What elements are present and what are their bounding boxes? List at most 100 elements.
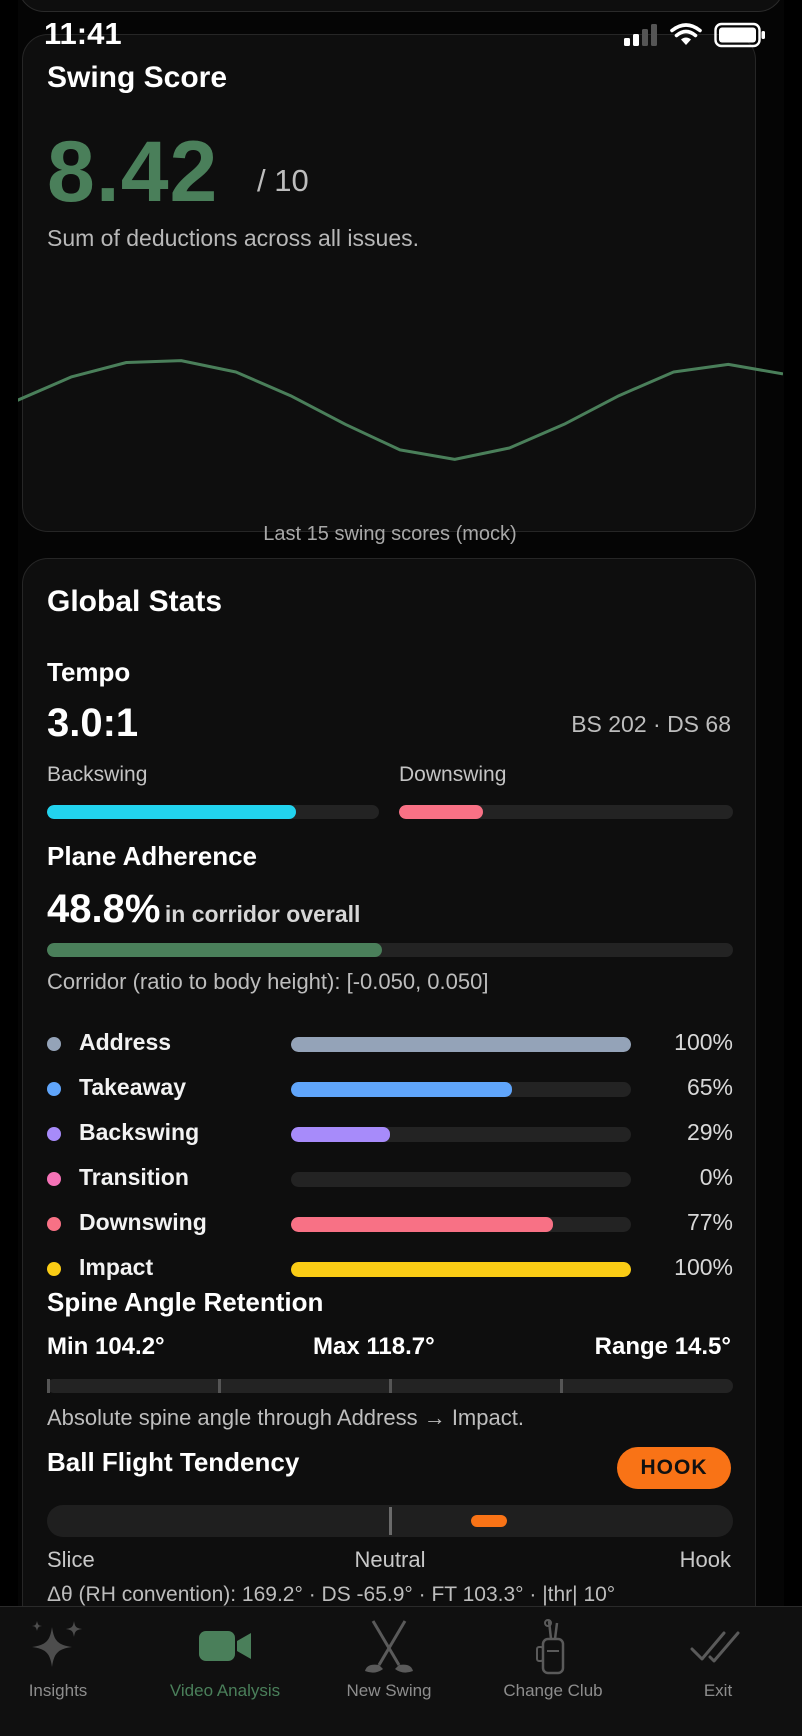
tempo-counts: BS 202 · DS 68 xyxy=(571,711,731,737)
phase-pct: 77% xyxy=(686,1209,733,1235)
phase-dot xyxy=(47,1172,61,1186)
phase-row-transition: Transition 0% xyxy=(47,1164,733,1194)
spine-tick xyxy=(389,1379,392,1393)
spine-angle-label: Spine Angle Retention xyxy=(47,1287,324,1317)
battery-icon xyxy=(714,22,765,48)
phase-dot xyxy=(47,1127,61,1141)
plane-overall-bar xyxy=(47,943,733,957)
spine-tick xyxy=(560,1379,563,1393)
phase-name: Backswing xyxy=(79,1119,200,1145)
phase-bar-fill xyxy=(291,1217,553,1232)
phase-bar xyxy=(291,1037,631,1052)
phase-bar xyxy=(291,1127,631,1142)
ball-flight-label: Ball Flight Tendency xyxy=(47,1447,300,1477)
tab-label: Video Analysis xyxy=(169,1681,281,1700)
phase-name: Downswing xyxy=(79,1209,207,1235)
spine-tick xyxy=(218,1379,221,1393)
ball-flight-marker xyxy=(471,1515,508,1527)
swing-score-card: Swing Score 8.42 / 10 Sum of deductions … xyxy=(18,34,784,545)
spine-min: Min 104.2° xyxy=(47,1333,165,1360)
phase-bar xyxy=(291,1262,631,1277)
swing-score-subtitle: Sum of deductions across all issues. xyxy=(47,225,420,251)
neutral-line xyxy=(389,1507,392,1535)
phase-bar-fill xyxy=(291,1262,631,1277)
phase-dot xyxy=(47,1037,61,1051)
ball-flight-detail: Δθ (RH convention): 169.2° · DS -65.9° ·… xyxy=(47,1583,616,1606)
plane-adherence-label: Plane Adherence xyxy=(47,841,258,871)
score-line-chart xyxy=(18,359,784,461)
phase-dot xyxy=(47,1082,61,1096)
tab-video-analysis[interactable]: Video Analysis xyxy=(145,1607,305,1736)
tab-change-club[interactable]: Change Club xyxy=(473,1607,633,1736)
sparkles-icon xyxy=(32,1621,82,1667)
video-camera-icon xyxy=(199,1631,251,1661)
backswing-bar xyxy=(47,805,379,819)
tempo-label: Tempo xyxy=(47,657,131,687)
downswing-bar-fill xyxy=(399,805,483,819)
phase-pct: 65% xyxy=(686,1074,733,1100)
phase-row-address: Address 100% xyxy=(47,1029,733,1059)
corridor-text: Corridor (ratio to body height): [-0.050… xyxy=(47,969,489,994)
wifi-icon xyxy=(670,23,702,45)
status-icons xyxy=(624,22,766,48)
backswing-bar-fill xyxy=(47,805,296,819)
chart-caption: Last 15 swing scores (mock) xyxy=(263,523,517,545)
cellular-signal-icon xyxy=(624,24,657,46)
phase-row-backswing: Backswing 29% xyxy=(47,1119,733,1149)
phase-row-takeaway: Takeaway 65% xyxy=(47,1074,733,1104)
double-check-icon xyxy=(690,1631,740,1663)
status-bar: 11:41 xyxy=(0,0,802,70)
tab-insights[interactable]: Insights xyxy=(0,1607,138,1736)
phase-pct: 29% xyxy=(686,1119,733,1145)
tempo-ratio: 3.0:1 xyxy=(47,701,139,745)
phase-row-downswing: Downswing 77% xyxy=(47,1209,733,1239)
phase-bar-fill xyxy=(291,1037,631,1052)
phase-name: Takeaway xyxy=(79,1074,186,1100)
plane-overall: 48.8% in corridor overall xyxy=(47,887,360,932)
backswing-label: Backswing xyxy=(47,763,148,786)
swing-score-denominator: / 10 xyxy=(257,163,309,198)
tab-label: Insights xyxy=(28,1681,88,1700)
downswing-bar xyxy=(399,805,733,819)
screen: Swing Score 8.42 / 10 Sum of deductions … xyxy=(18,0,784,1606)
tab-label: Change Club xyxy=(503,1681,603,1700)
global-stats-title: Global Stats xyxy=(47,585,223,618)
spine-caption: Absolute spine angle through Address → I… xyxy=(47,1405,524,1430)
score-series-line xyxy=(18,359,784,461)
phase-pct: 100% xyxy=(674,1254,733,1280)
status-time: 11:41 xyxy=(44,16,122,51)
plane-pct-suffix: in corridor overall xyxy=(164,901,361,927)
spine-track xyxy=(47,1379,733,1393)
tab-label: Exit xyxy=(703,1681,733,1700)
phase-pct: 100% xyxy=(674,1029,733,1055)
phase-bar-fill xyxy=(291,1127,390,1142)
phase-dot xyxy=(47,1262,61,1276)
phase-bar xyxy=(291,1172,631,1187)
global-stats-card: Global Stats Tempo 3.0:1 BS 202 · DS 68 … xyxy=(22,558,756,1606)
phase-pct: 0% xyxy=(699,1164,733,1190)
phase-dot xyxy=(47,1217,61,1231)
ball-flight-track xyxy=(47,1505,733,1537)
ball-flight-badge: HOOK xyxy=(617,1447,731,1489)
bottom-tab-bar: Insights Video Analysis New Swing Change… xyxy=(0,1606,802,1736)
neutral-label: Neutral xyxy=(354,1547,426,1572)
phase-name: Transition xyxy=(79,1164,189,1190)
phase-name: Impact xyxy=(79,1254,154,1280)
swing-score-chart xyxy=(18,295,784,525)
phase-name: Address xyxy=(79,1029,172,1055)
phase-bar xyxy=(291,1082,631,1097)
tab-label: New Swing xyxy=(346,1681,432,1700)
downswing-label: Downswing xyxy=(399,763,507,786)
spine-tick xyxy=(47,1379,50,1393)
spine-max: Max 118.7° xyxy=(313,1333,435,1360)
plane-overall-bar-fill xyxy=(47,943,382,957)
golf-clubs-icon xyxy=(365,1620,413,1673)
phase-bar-fill xyxy=(291,1082,512,1097)
phase-bar xyxy=(291,1217,631,1232)
spine-range: Range 14.5° xyxy=(594,1333,731,1360)
plane-pct: 48.8% xyxy=(47,887,161,931)
golf-bag-icon xyxy=(536,1619,565,1675)
phase-row-impact: Impact 100% xyxy=(47,1254,733,1284)
tab-new-swing[interactable]: New Swing xyxy=(309,1607,469,1736)
tab-exit[interactable]: Exit xyxy=(638,1607,798,1736)
